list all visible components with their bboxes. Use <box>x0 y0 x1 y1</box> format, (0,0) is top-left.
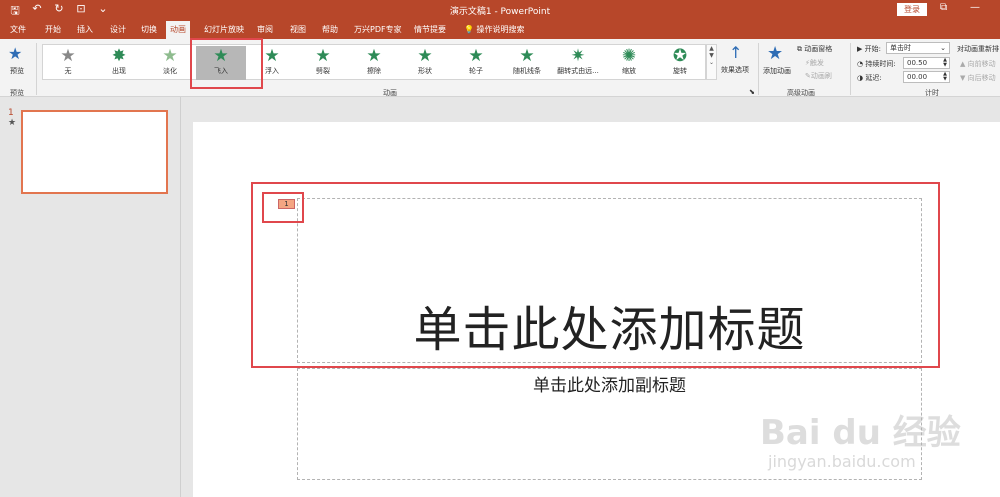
tab-storyboard[interactable]: 情节提要 <box>410 21 450 39</box>
anim-none[interactable]: ★ 无 <box>43 46 93 80</box>
pane-icon: ⧉ <box>797 45 802 53</box>
tab-insert[interactable]: 插入 <box>73 21 97 39</box>
reorder-title: 对动画重新排 <box>957 45 999 53</box>
anim-wipe[interactable]: ★ 擦除 <box>349 46 399 80</box>
title-bar: 🖫 ↶ ↻ ⊡ ⌄ 演示文稿1 - PowerPoint 登录 ⧉ — <box>0 0 1000 21</box>
ribbon-display-icon[interactable]: ⧉ <box>940 2 947 13</box>
star-icon: ★ <box>162 46 178 66</box>
tell-me-label: 操作说明搜索 <box>476 25 525 34</box>
tab-pdf-expert[interactable]: 万兴PDF专家 <box>350 21 406 39</box>
slide-thumbnail[interactable] <box>21 110 168 194</box>
triangle-up-icon: ▲ <box>960 60 966 68</box>
effect-options-icon[interactable]: ↑ <box>729 43 742 62</box>
anim-wheel[interactable]: ★ 轮子 <box>451 46 501 80</box>
star-icon: ✷ <box>570 46 586 66</box>
effect-options-button[interactable]: 效果选项 <box>721 65 749 75</box>
animation-pane-button[interactable]: ⧉ 动画窗格 <box>797 44 832 54</box>
preview-button[interactable]: 预览 <box>10 66 24 76</box>
star-spin-icon: ✪ <box>672 46 688 66</box>
spinner-arrows-icon: ▲ ▼ <box>943 71 947 82</box>
slide-animation-star-icon: ★ <box>8 118 17 128</box>
star-burst-icon: ✸ <box>111 46 127 66</box>
tab-slideshow[interactable]: 幻灯片放映 <box>200 21 248 39</box>
anim-zoom[interactable]: ✺ 缩放 <box>604 46 654 80</box>
chevron-down-icon: ⌄ <box>940 44 946 52</box>
tab-transitions[interactable]: 切换 <box>137 21 161 39</box>
move-earlier-button[interactable]: ▲ 向前移动 <box>960 59 996 69</box>
star-icon: ★ <box>315 46 331 66</box>
tab-view[interactable]: 视图 <box>286 21 310 39</box>
highlight-title <box>251 182 940 368</box>
lightbulb-icon: 💡 <box>464 25 474 34</box>
star-icon: ★ <box>468 46 484 66</box>
trigger-button[interactable]: ⚡触发 <box>805 58 824 68</box>
anim-fade[interactable]: ★ 淡化 <box>145 46 195 80</box>
gallery-scroll[interactable]: ▲ ▼ ⌄ <box>706 44 717 80</box>
duration-label: ◔ 持续时间: <box>857 60 896 68</box>
anim-random-bars[interactable]: ★ 随机线条 <box>502 46 552 80</box>
highlight-fly-in <box>190 38 263 89</box>
delay-label: ◑ 延迟: <box>857 74 882 82</box>
add-animation-icon[interactable]: ★ <box>767 43 783 64</box>
delay-spinner[interactable]: 00.00 ▲ ▼ <box>903 71 950 83</box>
animation-group-label: 动画 <box>383 89 397 97</box>
star-icon: ★ <box>366 46 382 66</box>
anim-shape[interactable]: ★ 形状 <box>400 46 450 80</box>
subtitle-placeholder-text[interactable]: 单击此处添加副标题 <box>297 371 922 396</box>
play-icon: ▶ <box>857 45 863 53</box>
preview-icon[interactable]: ★ <box>8 44 22 63</box>
start-label: ▶ 开始: <box>857 45 881 53</box>
add-animation-button[interactable]: 添加动画 <box>763 66 791 76</box>
tab-review[interactable]: 审阅 <box>253 21 277 39</box>
tab-home[interactable]: 开始 <box>41 21 65 39</box>
watermark-url: jingyan.baidu.com <box>768 452 916 471</box>
separator <box>36 43 37 95</box>
separator <box>758 43 759 95</box>
advanced-group-label: 高级动画 <box>787 89 815 97</box>
star-icon: ★ <box>519 46 535 66</box>
star-burst-icon: ✺ <box>621 46 637 66</box>
anim-grow-turn[interactable]: ✷ 翻转式由远... <box>553 46 603 80</box>
spinner-arrows-icon: ▲ ▼ <box>943 57 947 68</box>
start-select[interactable]: 单击时 ⌄ <box>886 42 950 54</box>
tab-file[interactable]: 文件 <box>6 21 30 39</box>
minimize-icon[interactable]: — <box>970 2 980 13</box>
triangle-down-icon: ▼ <box>960 74 966 82</box>
animation-painter-button[interactable]: ✎动画刷 <box>805 71 832 81</box>
ribbon-tabs: 文件 开始 插入 设计 切换 动画 幻灯片放映 审阅 视图 帮助 万兴PDF专家… <box>0 21 1000 39</box>
slide-number: 1 <box>8 108 14 118</box>
timing-group-label: 计时 <box>925 89 939 97</box>
login-button[interactable]: 登录 <box>897 3 927 16</box>
watermark-logo: Bai du 经验 <box>760 413 961 453</box>
tab-animations[interactable]: 动画 <box>166 21 190 39</box>
highlight-tag <box>262 192 304 223</box>
star-icon: ★ <box>417 46 433 66</box>
dialog-launcher-icon[interactable]: ⬊ <box>749 88 755 96</box>
anim-swivel[interactable]: ✪ 旋转 <box>655 46 705 80</box>
move-later-button[interactable]: ▼ 向后移动 <box>960 73 996 83</box>
duration-spinner[interactable]: 00.50 ▲ ▼ <box>903 57 950 69</box>
anim-appear[interactable]: ✸ 出现 <box>94 46 144 80</box>
star-icon: ★ <box>60 46 76 66</box>
anim-split[interactable]: ★ 劈裂 <box>298 46 348 80</box>
clock-icon: ◔ <box>857 60 864 68</box>
tab-help[interactable]: 帮助 <box>318 21 342 39</box>
tab-design[interactable]: 设计 <box>106 21 130 39</box>
pane-divider[interactable] <box>180 97 181 497</box>
timer-icon: ◑ <box>857 74 864 82</box>
separator <box>850 43 851 95</box>
tell-me-search[interactable]: 💡 操作说明搜索 <box>460 21 529 39</box>
window-title: 演示文稿1 - PowerPoint <box>449 7 551 17</box>
